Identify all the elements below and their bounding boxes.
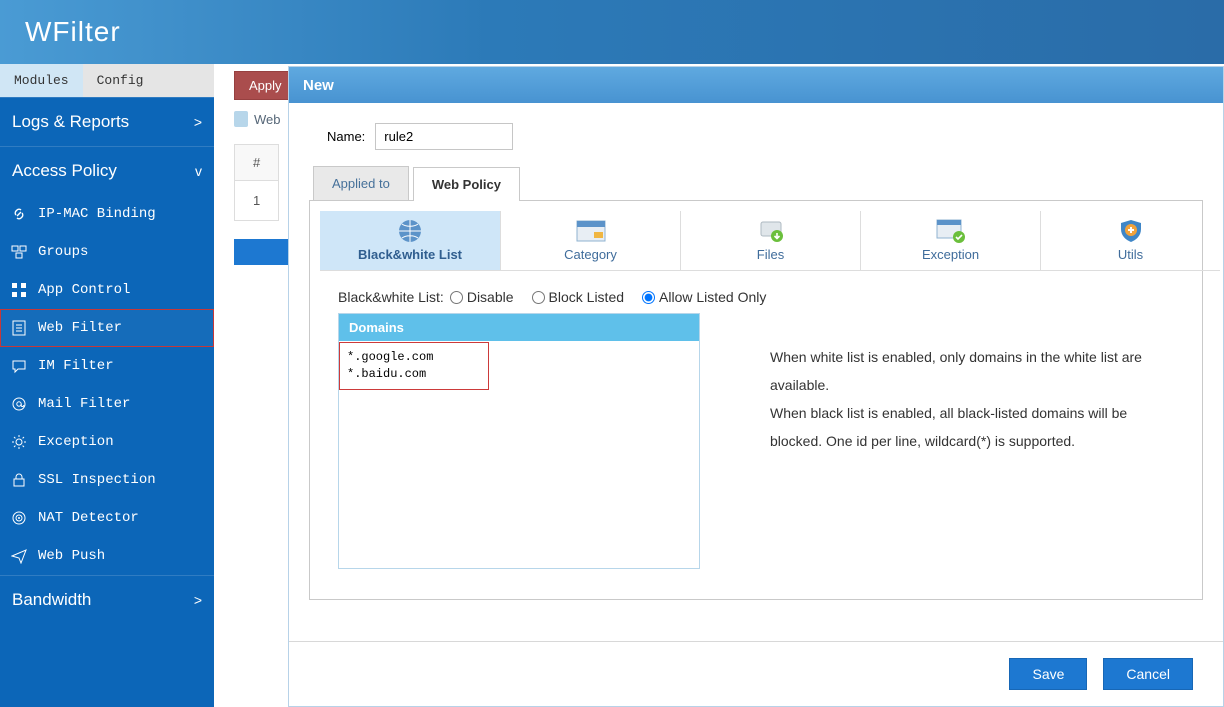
sidebar-item-imfilter[interactable]: IM Filter [0, 347, 214, 385]
sidebar-item-mailfilter[interactable]: Mail Filter [0, 385, 214, 423]
link-icon [10, 205, 28, 223]
hint-column: When white list is enabled, only domains… [770, 313, 1174, 455]
chevron-down-icon: v [195, 163, 202, 179]
sidebar-tab-config[interactable]: Config [83, 64, 158, 97]
sidebar-section-label: Access Policy [12, 161, 117, 181]
policy-tab-exception[interactable]: Exception [860, 211, 1040, 271]
th-index: # [235, 145, 278, 181]
plus-shield-icon [1116, 219, 1146, 243]
page-title-text: Web [254, 112, 281, 127]
domains-column: Domains [338, 313, 700, 569]
sidebar-item-label: Exception [38, 434, 114, 450]
radio-block-input[interactable] [532, 291, 545, 304]
send-icon [10, 547, 28, 565]
groups-icon [10, 243, 28, 261]
window-check-icon [936, 219, 966, 243]
radio-allow-input[interactable] [642, 291, 655, 304]
radio-allow[interactable]: Allow Listed Only [642, 289, 766, 305]
at-icon [10, 395, 28, 413]
sidebar-tabs: Modules Config [0, 64, 214, 97]
sidebar-item-exception[interactable]: Exception [0, 423, 214, 461]
background-table: # 1 [234, 144, 279, 221]
sidebar-item-appcontrol[interactable]: App Control [0, 271, 214, 309]
background-new-button[interactable] [234, 239, 294, 265]
sidebar-item-webfilter[interactable]: Web Filter [0, 309, 214, 347]
app-logo: WFilter [25, 16, 121, 48]
sidebar-section-logs[interactable]: Logs & Reports > [0, 97, 214, 146]
tab-applied-to[interactable]: Applied to [313, 166, 409, 200]
hint-text-2: When black list is enabled, all black-li… [770, 399, 1174, 455]
app-header: WFilter [0, 0, 1224, 64]
sidebar-item-nat[interactable]: NAT Detector [0, 499, 214, 537]
sidebar-item-label: Mail Filter [38, 396, 130, 412]
radio-block[interactable]: Block Listed [532, 289, 624, 305]
sidebar-item-label: NAT Detector [38, 510, 139, 526]
new-rule-panel: New Name: Applied to Web Policy Black&wh… [288, 66, 1224, 707]
policy-tabs: Black&white List Category Files Exceptio… [320, 211, 1192, 271]
bw-label: Black&white List: [338, 289, 444, 305]
name-input[interactable] [375, 123, 513, 150]
sidebar-item-ipmac[interactable]: IP-MAC Binding [0, 195, 214, 233]
download-icon [756, 219, 786, 243]
policy-tab-label: Exception [922, 247, 979, 262]
sidebar-item-ssl[interactable]: SSL Inspection [0, 461, 214, 499]
cancel-button[interactable]: Cancel [1103, 658, 1193, 690]
page-icon [10, 319, 28, 337]
policy-tab-files[interactable]: Files [680, 211, 860, 271]
chevron-right-icon: > [194, 592, 202, 608]
policy-tab-label: Black&white List [358, 247, 462, 262]
page-icon [234, 111, 248, 127]
inner-tabs: Applied to Web Policy [313, 166, 1203, 200]
panel-footer: Save Cancel [289, 641, 1223, 706]
domains-textarea[interactable] [339, 341, 699, 565]
tab-web-policy[interactable]: Web Policy [413, 167, 520, 201]
tab-body: Black&white List Category Files Exceptio… [309, 200, 1203, 600]
chevron-right-icon: > [194, 114, 202, 130]
sidebar-item-label: Web Filter [38, 320, 122, 336]
radio-disable[interactable]: Disable [450, 289, 514, 305]
domains-area: Domains When white list is enabled, only… [338, 313, 1174, 569]
policy-tab-label: Utils [1118, 247, 1143, 262]
name-row: Name: [327, 123, 1203, 150]
sidebar: Modules Config Logs & Reports > Access P… [0, 64, 214, 707]
sidebar-section-label: Logs & Reports [12, 112, 129, 132]
sidebar-item-label: App Control [38, 282, 130, 298]
sidebar-item-label: IM Filter [38, 358, 114, 374]
panel-body: Name: Applied to Web Policy Black&white … [289, 103, 1223, 641]
policy-tab-blackwhite[interactable]: Black&white List [320, 211, 500, 271]
grid-icon [10, 281, 28, 299]
policy-tab-label: Files [757, 247, 784, 262]
sidebar-section-bandwidth[interactable]: Bandwidth > [0, 575, 214, 624]
domains-title: Domains [339, 314, 699, 341]
policy-tab-label: Category [564, 247, 617, 262]
sidebar-item-webpush[interactable]: Web Push [0, 537, 214, 575]
policy-tab-category[interactable]: Category [500, 211, 680, 271]
name-label: Name: [327, 129, 365, 144]
sidebar-item-label: IP-MAC Binding [38, 206, 156, 222]
sidebar-item-label: Web Push [38, 548, 105, 564]
sidebar-tab-modules[interactable]: Modules [0, 64, 83, 97]
radio-disable-input[interactable] [450, 291, 463, 304]
sidebar-section-label: Bandwidth [12, 590, 91, 610]
globe-icon [395, 219, 425, 243]
td-index: 1 [235, 181, 278, 220]
hint-text-1: When white list is enabled, only domains… [770, 343, 1174, 399]
sidebar-item-label: Groups [38, 244, 88, 260]
panel-title: New [289, 67, 1223, 103]
sidebar-item-groups[interactable]: Groups [0, 233, 214, 271]
save-button[interactable]: Save [1009, 658, 1087, 690]
chat-icon [10, 357, 28, 375]
policy-tab-utils[interactable]: Utils [1040, 211, 1220, 271]
lock-icon [10, 471, 28, 489]
sidebar-section-access[interactable]: Access Policy v [0, 146, 214, 195]
sidebar-items: IP-MAC Binding Groups App Control Web Fi… [0, 195, 214, 575]
radar-icon [10, 509, 28, 527]
sidebar-item-label: SSL Inspection [38, 472, 156, 488]
blackwhite-mode-row: Black&white List: Disable Block Listed A… [338, 289, 1192, 305]
gear-icon [10, 433, 28, 451]
window-icon [576, 219, 606, 243]
page-title-row: Web [234, 111, 281, 127]
